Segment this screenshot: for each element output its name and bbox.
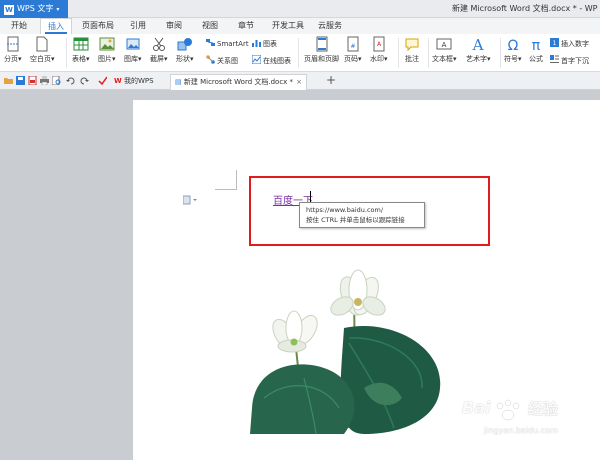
gallery-button[interactable]: 图库▾ [124, 36, 142, 64]
tab-review[interactable]: 审阅 [160, 18, 188, 34]
wordart-icon: A [472, 36, 484, 52]
tab-home[interactable]: 开始 [4, 18, 34, 34]
pi-formula-icon: π [532, 38, 541, 52]
export-pdf-icon[interactable] [28, 76, 37, 85]
tab-references[interactable]: 引用 [124, 18, 152, 34]
tab-document[interactable]: ▤ 新建 Microsoft Word 文档.docx * × [170, 74, 307, 90]
menu-bar: 开始 插入 页面布局 引用 审阅 视图 章节 开发工具 云服务 [0, 18, 600, 34]
watermark-brand: Bai [462, 398, 491, 417]
svg-text:π: π [532, 38, 541, 52]
table-icon [73, 37, 89, 51]
gallery-icon [126, 38, 140, 50]
picture-icon [99, 37, 115, 51]
tab-page-layout[interactable]: 页面布局 [78, 18, 118, 34]
app-name: WPS 文字 [17, 4, 54, 13]
undo-icon[interactable] [66, 76, 75, 85]
page-break-button[interactable]: 分页▾ [4, 36, 22, 64]
svg-text:A: A [472, 36, 484, 52]
app-menu-button[interactable]: W WPS 文字 ▾ [0, 0, 68, 18]
relation-chart-icon [206, 55, 215, 64]
tab-view[interactable]: 视图 [196, 18, 224, 34]
watermark-url: jingyan.baidu.com [484, 426, 558, 435]
lotus-flower-small [272, 310, 318, 353]
tab-section[interactable]: 章节 [232, 18, 260, 34]
ribbon-toolbar: 分页▾ 空白页▾ 表格▾ 图片▾ 图库▾ 截屏▾ 形状▾ SmartArt 图表… [0, 34, 600, 72]
header-footer-button[interactable]: 页眉和页脚 [304, 36, 339, 64]
save-icon[interactable] [16, 76, 25, 85]
title-bar: W WPS 文字 ▾ 新建 Microsoft Word 文档.docx * - W… [0, 0, 600, 18]
screenshot-button[interactable]: 截屏▾ [150, 36, 168, 64]
tab-cloud-service[interactable]: 云服务 [312, 18, 348, 34]
wps-logo-icon: W [4, 5, 14, 15]
watermark-button[interactable]: A 水印▾ [370, 36, 388, 64]
picture-button[interactable]: 图片▾ [98, 36, 116, 64]
ribbon-separator [298, 38, 299, 68]
insert-number-button[interactable]: 1 插入数字 [550, 38, 589, 49]
paste-options-icon[interactable] [183, 195, 197, 205]
chart-icon [252, 40, 261, 47]
textbox-button[interactable]: A 文本框▾ [432, 36, 457, 64]
table-button[interactable]: 表格▾ [72, 36, 90, 64]
symbol-button[interactable]: Ω 符号▾ [504, 36, 522, 64]
svg-text:Ω: Ω [507, 38, 518, 52]
online-chart-icon [252, 55, 261, 64]
ribbon-separator [428, 38, 429, 68]
close-tab-icon[interactable]: × [296, 78, 302, 86]
ribbon-separator [66, 38, 67, 68]
wordart-button[interactable]: A 艺术字▾ [466, 36, 491, 64]
formula-button[interactable]: π 公式 [528, 36, 544, 64]
comment-button[interactable]: 批注 [404, 36, 420, 64]
textbox-icon: A [436, 38, 452, 50]
open-folder-icon[interactable] [4, 76, 13, 85]
dropcap-button[interactable]: 首字下沉 [550, 55, 589, 66]
tab-insert[interactable]: 插入 [40, 18, 72, 34]
scissors-icon [152, 37, 165, 51]
dropdown-arrow-icon: ▾ [56, 6, 60, 13]
omega-symbol-icon: Ω [507, 38, 518, 52]
svg-text:A: A [442, 41, 447, 49]
chart-button[interactable]: 图表 [252, 38, 277, 49]
word-doc-icon: ▤ [175, 78, 182, 86]
highlight-annotation-box [249, 176, 490, 246]
smartart-button[interactable]: SmartArt [206, 38, 249, 48]
lotus-illustration [250, 269, 441, 435]
header-footer-icon [316, 36, 327, 52]
blank-page-icon [36, 36, 48, 52]
wps-logo-icon: W [114, 77, 122, 85]
page-number-button[interactable]: # 页码▾ [344, 36, 362, 64]
tab-developer[interactable]: 开发工具 [268, 18, 308, 34]
tab-my-wps[interactable]: W 我的WPS [110, 74, 158, 90]
page-break-icon [6, 36, 19, 52]
dropcap-icon [550, 55, 559, 63]
new-tab-button[interactable]: + [326, 73, 336, 87]
online-chart-button[interactable]: 在线图表 [252, 55, 291, 66]
redo-icon[interactable] [80, 76, 89, 85]
smartart-icon [206, 39, 215, 46]
baidu-paw-logo-icon [496, 399, 520, 421]
window-title: 新建 Microsoft Word 文档.docx * - WP [452, 4, 598, 13]
comment-icon [405, 38, 419, 52]
document-tab-bar: W 我的WPS ▤ 新建 Microsoft Word 文档.docx * × + [0, 72, 600, 90]
number-icon: 1 [550, 38, 559, 47]
format-painter-icon[interactable] [98, 76, 107, 85]
relation-chart-button[interactable]: 关系图 [206, 55, 238, 66]
blank-page-button[interactable]: 空白页▾ [30, 36, 55, 64]
svg-text:#: # [350, 43, 355, 50]
shape-button[interactable]: 形状▾ [176, 36, 194, 64]
ribbon-separator [398, 38, 399, 68]
page-number-icon: # [347, 36, 359, 52]
svg-text:1: 1 [553, 40, 557, 47]
ribbon-separator [500, 38, 501, 68]
print-preview-icon[interactable] [52, 76, 61, 85]
watermark-brand-suffix: 经验 [528, 400, 559, 418]
watermark-icon: A [373, 36, 385, 52]
print-icon[interactable] [40, 76, 49, 85]
page-margin-corner [215, 170, 237, 190]
shape-icon [177, 38, 192, 51]
lotus-flower-large [330, 269, 386, 316]
